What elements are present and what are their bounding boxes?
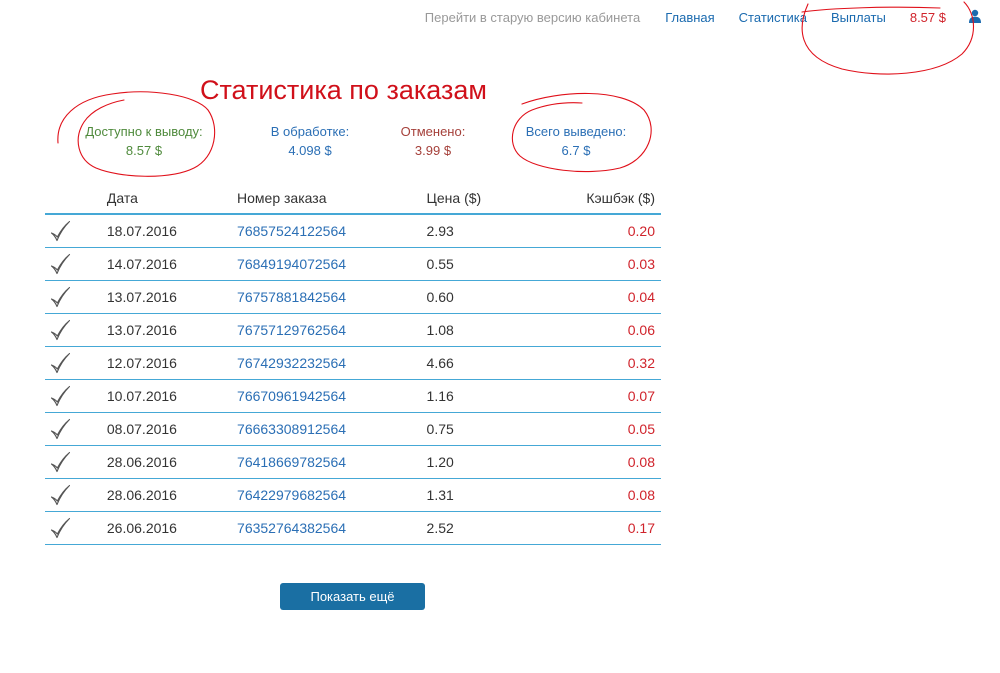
header-price: Цена ($)	[426, 183, 544, 215]
row-date: 14.07.2016	[106, 247, 238, 281]
row-cashback: 0.32	[543, 346, 661, 380]
row-price: 2.93	[426, 214, 544, 248]
check-icon	[45, 412, 107, 446]
table-row: 08.07.2016 76663308912564 0.75 0.05	[45, 412, 661, 446]
check-icon	[45, 346, 107, 380]
order-number-link[interactable]: 76663308912564	[237, 421, 346, 437]
check-icon	[45, 511, 107, 545]
row-date: 18.07.2016	[106, 214, 238, 248]
check-icon	[45, 478, 107, 512]
row-order-number: 76757881842564	[237, 280, 427, 314]
row-order-number: 76352764382564	[237, 511, 427, 545]
stat-cancelled-value: 3.99 $	[414, 143, 452, 158]
row-price: 4.66	[426, 346, 544, 380]
table-row: 14.07.2016 76849194072564 0.55 0.03	[45, 247, 661, 281]
row-price: 0.55	[426, 247, 544, 281]
table-row: 10.07.2016 76670961942564 1.16 0.07	[45, 379, 661, 413]
table-row: 26.06.2016 76352764382564 2.52 0.17	[45, 511, 661, 545]
stat-processing-label: В обработке:	[270, 124, 350, 139]
check-icon	[45, 313, 107, 347]
check-icon	[45, 280, 107, 314]
row-order-number: 76422979682564	[237, 478, 427, 512]
stat-cancelled: Отменено: 3.99 $	[380, 122, 486, 160]
order-number-link[interactable]: 76418669782564	[237, 454, 346, 470]
row-cashback: 0.20	[543, 214, 661, 248]
order-number-link[interactable]: 76422979682564	[237, 487, 346, 503]
row-order-number: 76849194072564	[237, 247, 427, 281]
stat-available: Доступно к выводу: 8.57 $	[80, 122, 208, 160]
table-row: 18.07.2016 76857524122564 2.93 0.20	[45, 214, 661, 248]
row-order-number: 76670961942564	[237, 379, 427, 413]
row-cashback: 0.04	[543, 280, 661, 314]
nav-home[interactable]: Главная	[665, 10, 714, 25]
row-order-number: 76857524122564	[237, 214, 427, 248]
header-cashback: Кэшбэк ($)	[543, 183, 661, 215]
check-icon	[45, 247, 107, 281]
row-cashback: 0.08	[543, 478, 661, 512]
user-icon[interactable]	[968, 9, 982, 23]
nav-statistics[interactable]: Статистика	[739, 10, 807, 25]
show-more-button[interactable]: Показать ещё	[280, 583, 425, 610]
stat-withdrawn-label: Всего выведено:	[525, 124, 627, 139]
row-order-number: 76418669782564	[237, 445, 427, 479]
header-order-number: Номер заказа	[237, 183, 427, 215]
stat-processing-value: 4.098 $	[288, 143, 332, 158]
row-order-number: 76663308912564	[237, 412, 427, 446]
table-row: 28.06.2016 76422979682564 1.31 0.08	[45, 478, 661, 512]
stat-withdrawn: Всего выведено: 6.7 $	[512, 122, 640, 160]
order-number-link[interactable]: 76757129762564	[237, 322, 346, 338]
row-date: 10.07.2016	[106, 379, 238, 413]
check-icon	[45, 214, 107, 248]
row-price: 1.31	[426, 478, 544, 512]
table-header-row: Дата Номер заказа Цена ($) Кэшбэк ($)	[45, 183, 661, 215]
row-cashback: 0.06	[543, 313, 661, 347]
row-date: 13.07.2016	[106, 280, 238, 314]
order-number-link[interactable]: 76670961942564	[237, 388, 346, 404]
table-row: 13.07.2016 76757129762564 1.08 0.06	[45, 313, 661, 347]
nav-payouts[interactable]: Выплаты	[831, 10, 886, 25]
row-order-number: 76757129762564	[237, 313, 427, 347]
row-price: 2.52	[426, 511, 544, 545]
orders-table: Дата Номер заказа Цена ($) Кэшбэк ($) 18…	[45, 183, 661, 545]
header-status	[45, 183, 107, 215]
order-number-link[interactable]: 76857524122564	[237, 223, 346, 239]
table-row: 12.07.2016 76742932232564 4.66 0.32	[45, 346, 661, 380]
row-price: 0.60	[426, 280, 544, 314]
order-number-link[interactable]: 76742932232564	[237, 355, 346, 371]
table-row: 13.07.2016 76757881842564 0.60 0.04	[45, 280, 661, 314]
check-icon	[45, 445, 107, 479]
stat-available-value: 8.57 $	[125, 143, 163, 158]
order-number-link[interactable]: 76849194072564	[237, 256, 346, 272]
header-date: Дата	[106, 183, 238, 215]
top-nav: Перейти в старую версию кабинета Главная…	[425, 9, 982, 25]
row-date: 12.07.2016	[106, 346, 238, 380]
table-row: 28.06.2016 76418669782564 1.20 0.08	[45, 445, 661, 479]
row-cashback: 0.08	[543, 445, 661, 479]
row-cashback: 0.17	[543, 511, 661, 545]
check-icon	[45, 379, 107, 413]
row-price: 1.08	[426, 313, 544, 347]
row-price: 1.16	[426, 379, 544, 413]
stat-processing: В обработке: 4.098 $	[244, 122, 376, 160]
order-number-link[interactable]: 76352764382564	[237, 520, 346, 536]
row-cashback: 0.03	[543, 247, 661, 281]
row-cashback: 0.05	[543, 412, 661, 446]
row-date: 28.06.2016	[106, 478, 238, 512]
stat-withdrawn-value: 6.7 $	[561, 143, 591, 158]
row-date: 26.06.2016	[106, 511, 238, 545]
stat-cancelled-label: Отменено:	[400, 124, 466, 139]
page-title: Статистика по заказам	[200, 75, 487, 105]
row-order-number: 76742932232564	[237, 346, 427, 380]
row-date: 28.06.2016	[106, 445, 238, 479]
row-price: 0.75	[426, 412, 544, 446]
order-number-link[interactable]: 76757881842564	[237, 289, 346, 305]
old-version-link[interactable]: Перейти в старую версию кабинета	[425, 10, 640, 25]
row-price: 1.20	[426, 445, 544, 479]
row-cashback: 0.07	[543, 379, 661, 413]
stat-available-label: Доступно к выводу:	[85, 124, 203, 139]
row-date: 08.07.2016	[106, 412, 238, 446]
row-date: 13.07.2016	[106, 313, 238, 347]
nav-balance[interactable]: 8.57 $	[910, 10, 946, 25]
